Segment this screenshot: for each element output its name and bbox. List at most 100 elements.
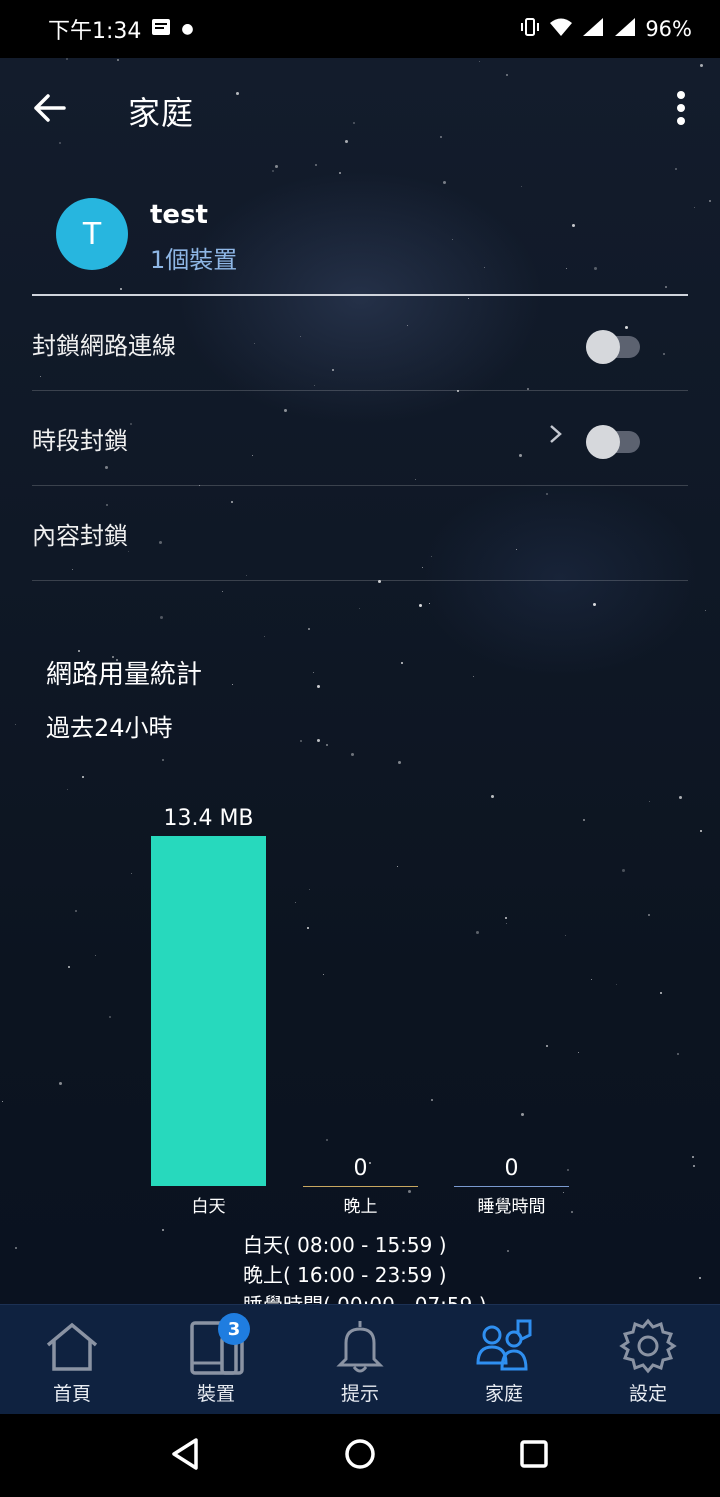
star (521, 186, 522, 187)
bar-category-label: 白天 (191, 1197, 226, 1217)
avatar: T (56, 198, 128, 270)
usage-bar (151, 836, 266, 1186)
block-internet-row[interactable]: 封鎖網路連線 (32, 296, 688, 391)
more-options-button[interactable] (664, 86, 698, 130)
star (162, 1229, 164, 1231)
nav-label-family: 家庭 (484, 1383, 523, 1405)
bar-value-label: 0 (504, 1156, 519, 1181)
chevron-right-icon[interactable] (548, 421, 564, 454)
square-recents-icon (520, 1440, 548, 1468)
more-vertical-icon (677, 91, 685, 125)
usage-bar-baseline (454, 1186, 569, 1187)
back-button[interactable] (26, 86, 74, 130)
star (675, 168, 677, 170)
star (264, 636, 265, 637)
usage-bar-chart: 13.4 MB 白天 0 晚上 0 睡覺時間 (0, 798, 720, 1218)
usage-subtitle: 過去24小時 (46, 714, 173, 742)
star (473, 676, 474, 677)
message-icon (151, 18, 171, 41)
profile-name: test (150, 200, 208, 230)
star (419, 604, 422, 607)
system-recents-button[interactable] (512, 1432, 556, 1476)
star (15, 724, 16, 725)
usage-bar-baseline (303, 1186, 418, 1187)
page-title: 家庭 (128, 94, 195, 132)
star (593, 603, 596, 606)
star (317, 739, 320, 742)
block-internet-label: 封鎖網路連線 (32, 332, 176, 360)
star (359, 608, 360, 609)
bar-category-label: 睡覺時間 (477, 1197, 546, 1217)
system-back-button[interactable] (164, 1432, 208, 1476)
profile-card[interactable]: T test 1個裝置 (56, 198, 676, 278)
star (507, 1250, 509, 1252)
family-icon (476, 1319, 532, 1371)
home-icon (46, 1322, 98, 1371)
star (398, 761, 401, 764)
star (160, 616, 163, 619)
profile-device-count: 1個裝置 (150, 246, 238, 274)
signal-2-icon (613, 17, 637, 42)
star (351, 753, 354, 756)
wifi-icon (549, 17, 573, 42)
circle-home-icon (345, 1439, 375, 1469)
bar-value-label: 13.4 MB (163, 806, 254, 831)
legend-sleep: 睡覺時間( 00:00 - 07:59 ) (243, 1290, 487, 1304)
star (699, 1277, 701, 1279)
star (300, 740, 302, 742)
star (232, 684, 233, 685)
vibrate-icon (519, 17, 541, 42)
arrow-left-icon (34, 94, 66, 122)
star (67, 789, 68, 790)
nav-item-home[interactable]: 首頁 (0, 1305, 144, 1415)
block-internet-toggle[interactable] (586, 330, 640, 364)
devices-badge: 3 (218, 1313, 250, 1345)
star (275, 165, 278, 168)
status-bar: 下午1:34 ● 96% (0, 0, 720, 58)
star (443, 181, 446, 184)
chart-legend: 白天( 08:00 - 15:59 ) 晚上( 16:00 - 23:59 ) … (243, 1230, 487, 1304)
content-block-row[interactable]: 內容封鎖 (32, 486, 688, 581)
star (317, 685, 320, 688)
star (401, 662, 403, 664)
schedule-block-row[interactable]: 時段封鎖 (32, 391, 688, 486)
star (709, 200, 711, 202)
system-navigation-bar (0, 1414, 720, 1497)
signal-1-icon (581, 17, 605, 42)
star (339, 172, 341, 174)
star (315, 164, 317, 166)
nav-item-devices[interactable]: 3 裝置 (144, 1305, 288, 1415)
star (82, 776, 84, 778)
star (705, 610, 706, 611)
schedule-block-label: 時段封鎖 (32, 427, 128, 455)
nav-item-alerts[interactable]: 提示 (288, 1305, 432, 1415)
content-block-label: 內容封鎖 (32, 522, 128, 550)
usage-title: 網路用量統計 (46, 660, 203, 690)
star (120, 288, 122, 290)
nav-label-settings: 設定 (628, 1383, 667, 1405)
status-time: 下午1:34 (48, 19, 142, 44)
star (162, 759, 164, 761)
star (78, 650, 80, 652)
star (222, 591, 223, 592)
bar-value-label: 0 (353, 1156, 368, 1181)
system-home-button[interactable] (338, 1432, 382, 1476)
schedule-block-toggle[interactable] (586, 425, 640, 459)
star (15, 1247, 17, 1249)
battery-percent: 96% (645, 17, 692, 41)
star (313, 672, 314, 673)
main-content: 家庭 T test 1個裝置 封鎖網路連線 時段封鎖 內容封鎖 網路用量統計 過… (0, 58, 720, 1304)
legend-evening: 晚上( 16:00 - 23:59 ) (243, 1263, 447, 1287)
app-bar: 家庭 (0, 58, 720, 158)
nav-label-alerts: 提示 (340, 1383, 379, 1405)
star (308, 628, 310, 630)
nav-item-family[interactable]: 家庭 (432, 1305, 576, 1415)
bell-icon (336, 1321, 384, 1373)
toggle-thumb (586, 425, 620, 459)
star (326, 744, 328, 746)
triangle-back-icon (172, 1438, 198, 1470)
nav-item-settings[interactable]: 設定 (576, 1305, 720, 1415)
star (429, 603, 430, 604)
toggle-thumb (586, 330, 620, 364)
star (694, 207, 695, 208)
